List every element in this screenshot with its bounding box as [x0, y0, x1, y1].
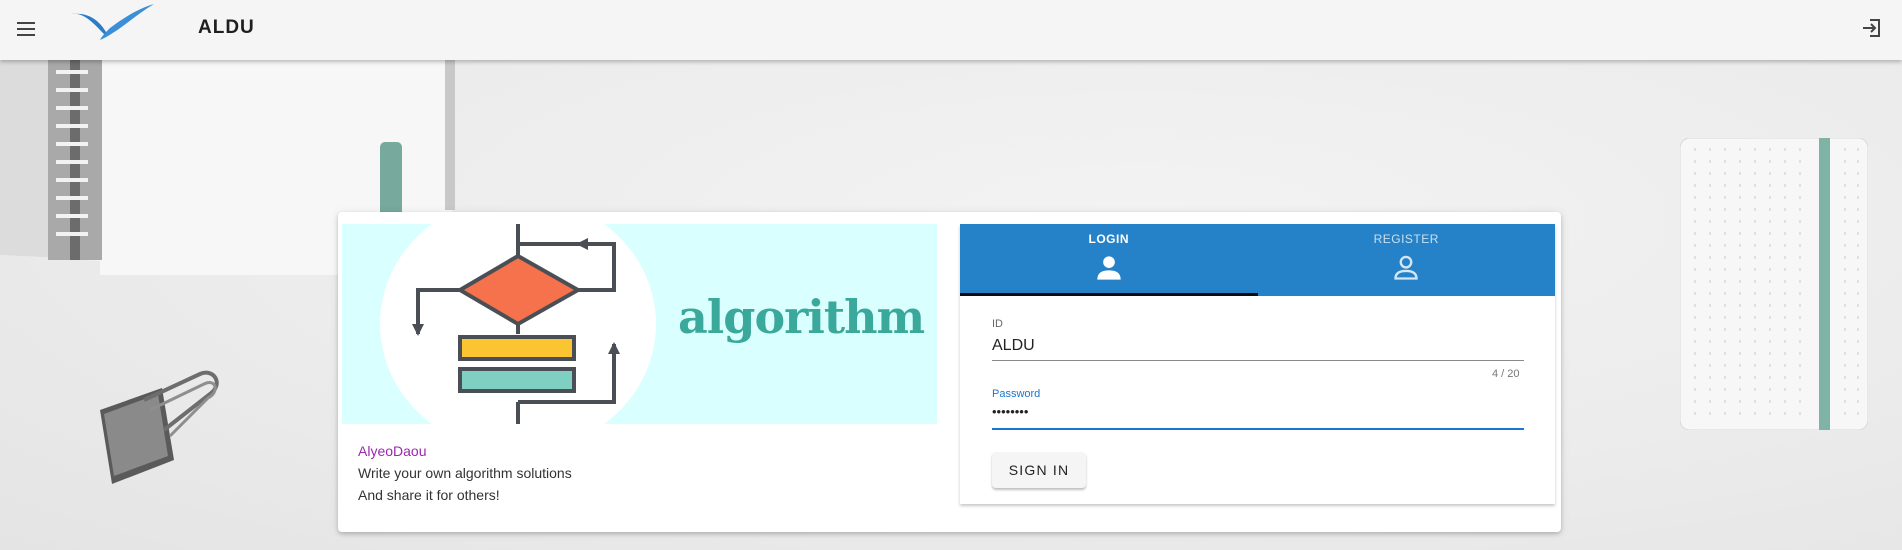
auth-tabs: LOGIN REGISTER	[960, 224, 1555, 296]
main-card: algorithm AlyeoDaou Write your own algor…	[338, 212, 1561, 532]
binder-clip-decoration	[100, 370, 219, 484]
password-input[interactable]: ••••••••	[992, 404, 1524, 426]
tab-login[interactable]: LOGIN	[960, 224, 1258, 296]
tab-register[interactable]: REGISTER	[1258, 224, 1556, 296]
password-field-label: Password	[992, 388, 1041, 400]
info-line-1: Write your own algorithm solutions	[358, 465, 572, 481]
id-char-counter: 4 / 20	[1492, 368, 1520, 380]
password-underline	[992, 428, 1524, 430]
tab-register-label: REGISTER	[1373, 232, 1439, 246]
brand-name: AlyeoDaou	[358, 443, 427, 459]
id-underline	[992, 360, 1524, 361]
top-app-bar: ALDU	[0, 0, 1902, 60]
sign-in-button[interactable]: SIGN IN	[992, 452, 1086, 488]
user-filled-icon	[1097, 256, 1121, 280]
user-outline-icon	[1394, 255, 1418, 280]
tab-login-label: LOGIN	[1088, 232, 1129, 246]
menu-icon[interactable]	[14, 17, 38, 41]
app-title: ALDU	[198, 17, 255, 38]
aldu-logo	[72, 4, 154, 40]
info-text: AlyeoDaou Write your own algorithm solut…	[358, 440, 572, 506]
info-line-2: And share it for others!	[358, 487, 500, 503]
login-icon[interactable]	[1860, 16, 1884, 40]
dotted-notebook-decoration	[1680, 138, 1868, 430]
id-input[interactable]	[992, 335, 1524, 357]
id-field-label: ID	[992, 318, 1003, 330]
algorithm-banner: algorithm	[342, 224, 937, 424]
login-panel: LOGIN REGISTER ID 4 / 20 Password ••••••…	[960, 224, 1555, 504]
banner-text: algorithm	[678, 290, 925, 344]
